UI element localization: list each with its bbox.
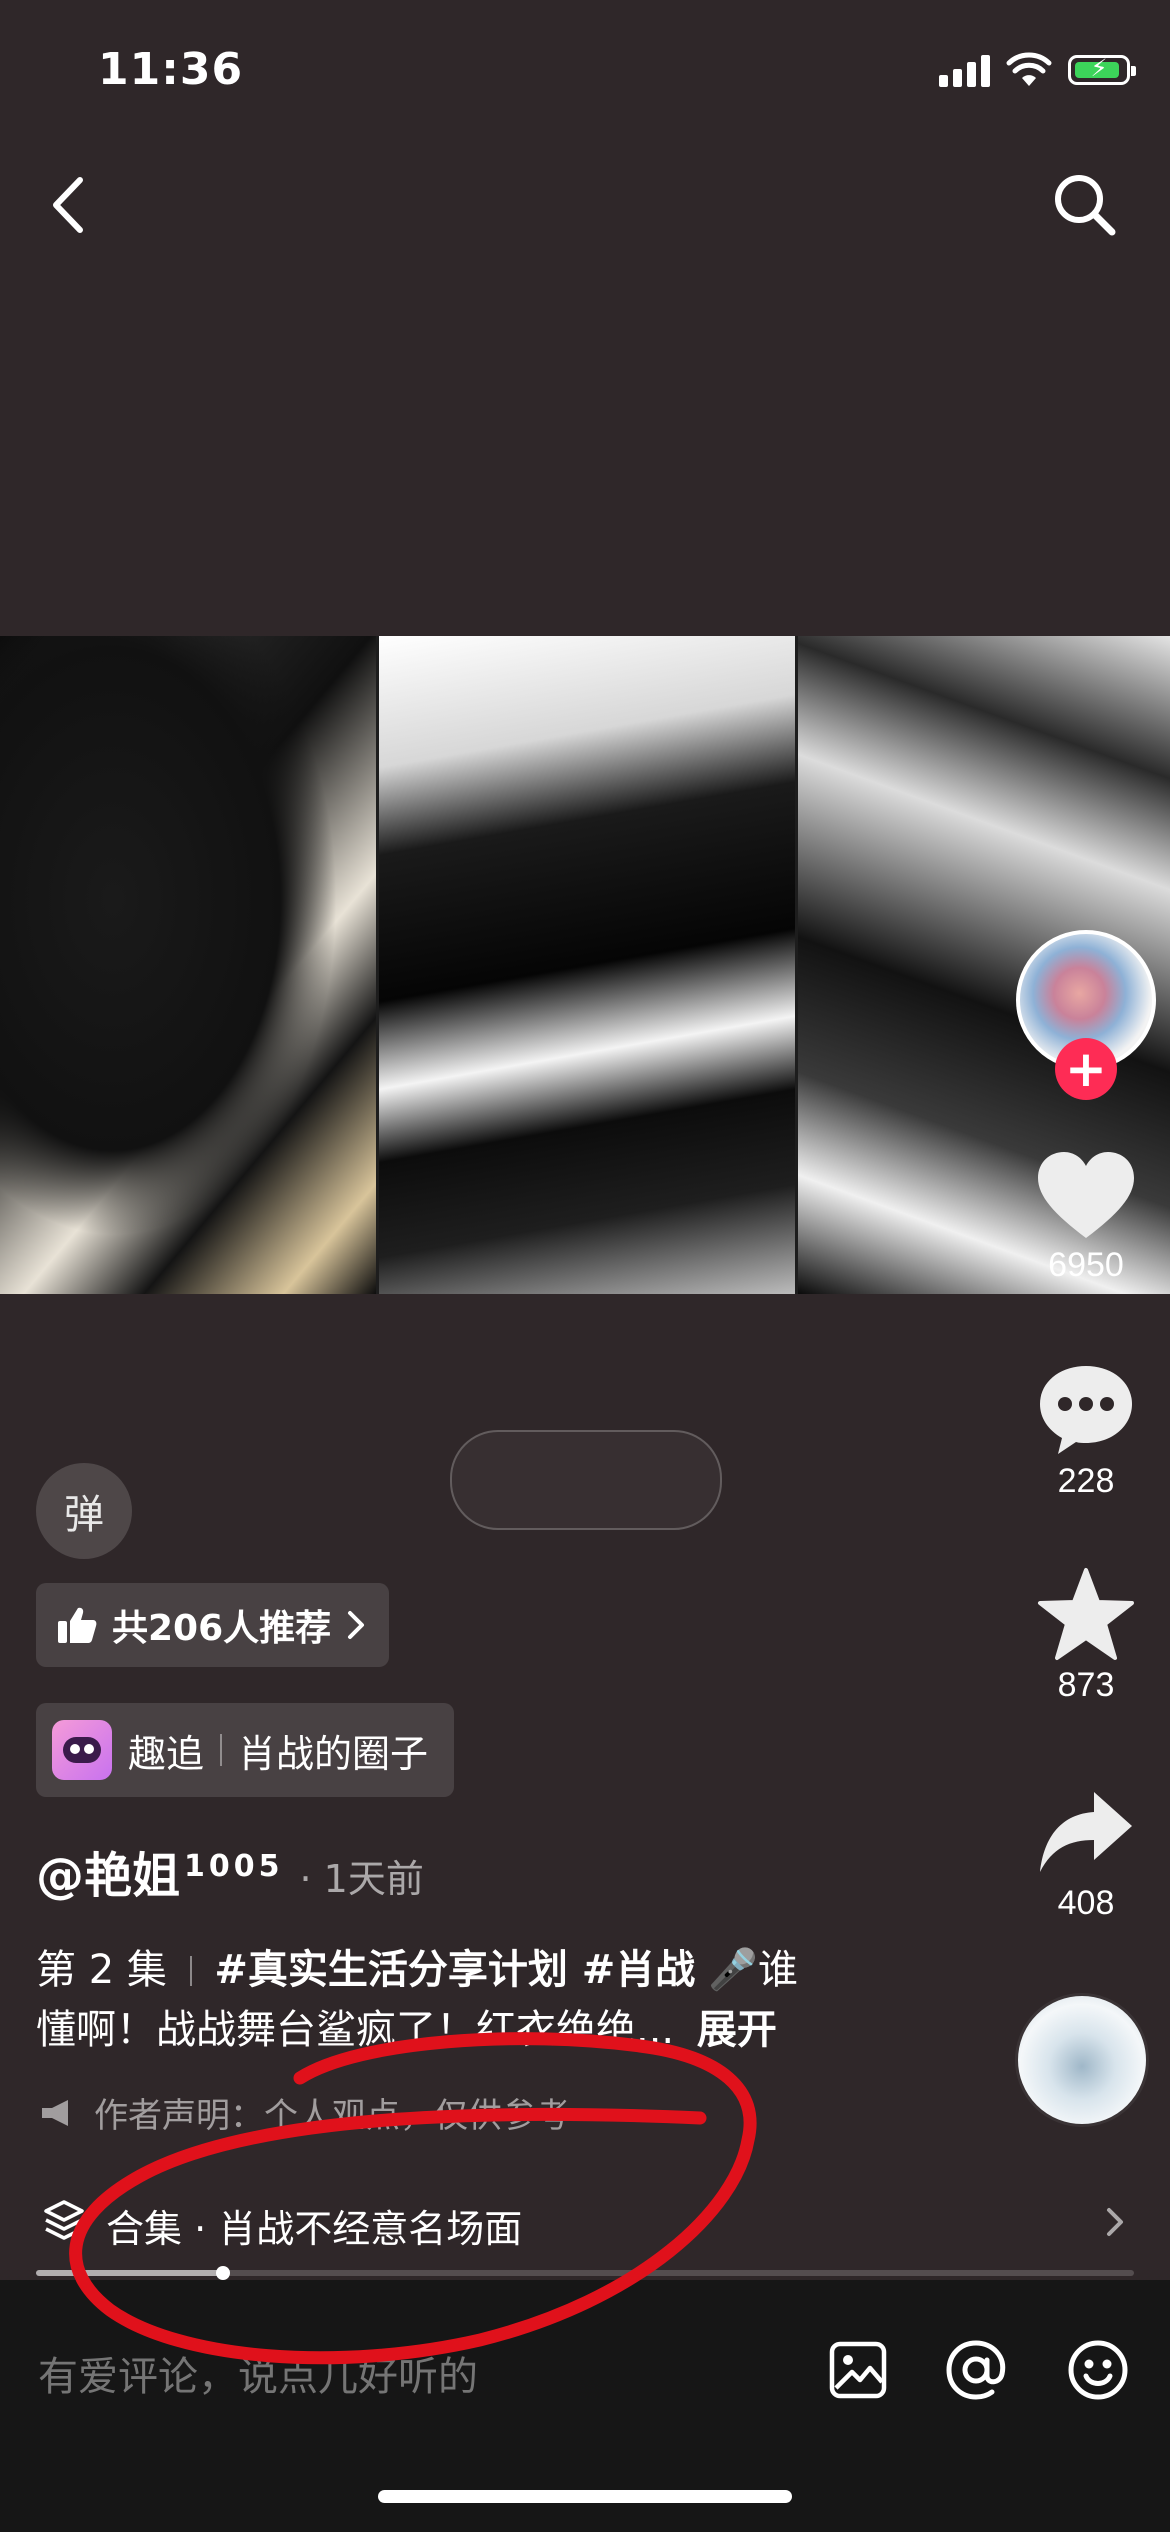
- cellular-signal-icon: [939, 53, 990, 87]
- microphone-icon: 🎤: [708, 1947, 758, 1993]
- favorite-icon[interactable]: [1036, 1566, 1136, 1662]
- danmaku-toggle[interactable]: 弹: [36, 1463, 132, 1559]
- circle-name: 肖战的圈子: [238, 1731, 429, 1776]
- recommend-label: 共206人推荐: [112, 1608, 332, 1649]
- avatar-group[interactable]: +: [1016, 930, 1156, 1100]
- video-panel-center: [376, 636, 798, 1294]
- author-suffix: 1005: [184, 1849, 284, 1884]
- favorite-count: 873: [1057, 1666, 1115, 1704]
- episode-label: 第 2 集: [36, 1947, 167, 1993]
- danmaku-label: 弹: [64, 1492, 104, 1538]
- floating-pill[interactable]: [450, 1430, 722, 1530]
- wifi-icon: [1006, 52, 1052, 86]
- like-count: 6950: [1048, 1246, 1124, 1284]
- description-line-1: 第 2 集 #真实生活分享计划 #肖战 🎤谁: [36, 1940, 916, 2000]
- home-indicator: [378, 2490, 792, 2503]
- video-panel-left: [0, 636, 376, 1294]
- status-time: 11:36: [98, 44, 244, 95]
- thumbs-up-icon: [58, 1607, 97, 1643]
- video-frame[interactable]: [0, 636, 1170, 1294]
- quzhui-logo-icon: [52, 1720, 112, 1780]
- chevron-right-icon: [348, 1611, 365, 1639]
- hashtags[interactable]: #真实生活分享计划 #肖战: [214, 1947, 695, 1993]
- author-name[interactable]: @艳姐: [36, 1836, 180, 1906]
- quzhui-label: 趣追: [128, 1731, 205, 1776]
- share-count: 408: [1057, 1884, 1115, 1922]
- divider: [220, 1734, 223, 1766]
- like-icon[interactable]: [1034, 1150, 1138, 1242]
- share-icon[interactable]: [1036, 1786, 1136, 1880]
- back-icon[interactable]: [44, 172, 94, 238]
- author-line: @艳姐 1005 · 1天前: [36, 1836, 424, 1906]
- post-time: · 1天前: [299, 1857, 424, 1901]
- comment-count: 228: [1057, 1462, 1115, 1500]
- highlight-annotation: [69, 2032, 757, 2365]
- comment-icon[interactable]: [1036, 1362, 1136, 1458]
- quzhui-chip[interactable]: 趣追 肖战的圈子: [36, 1703, 455, 1797]
- battery-icon: ⚡: [1068, 54, 1136, 85]
- follow-button[interactable]: +: [1055, 1038, 1117, 1100]
- status-icons: ⚡: [939, 52, 1136, 88]
- recommend-chip[interactable]: 共206人推荐: [36, 1583, 390, 1667]
- description-line-1-tail: 谁: [757, 1947, 798, 1993]
- search-icon[interactable]: [1050, 170, 1120, 240]
